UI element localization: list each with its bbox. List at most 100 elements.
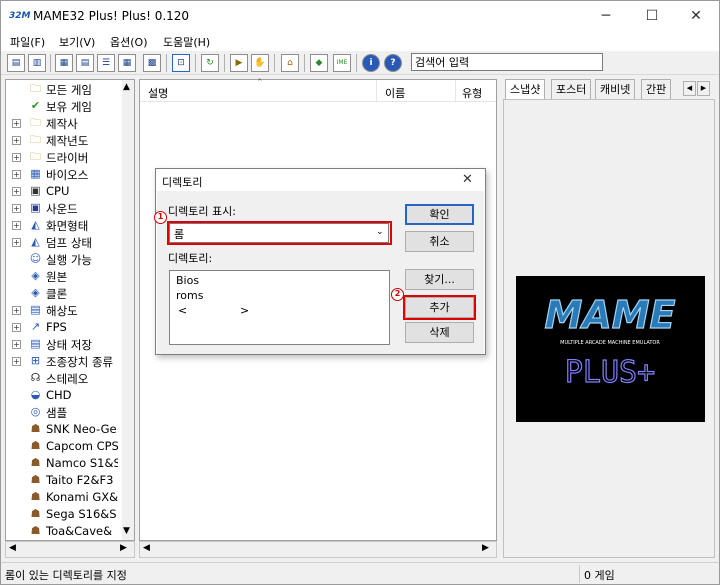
chip-icon: ▦	[30, 167, 41, 180]
browse-button[interactable]: 찾기...	[405, 269, 474, 290]
tree-item[interactable]: + ▤ 해상도	[6, 302, 118, 319]
refresh-icon[interactable]: ↻	[201, 54, 219, 72]
tree-item[interactable]: ☊ 스테레오	[6, 370, 118, 387]
tree-item[interactable]: ☗ Taito F2&F3	[6, 472, 118, 489]
tree-item[interactable]: ☗ Konami GX&	[6, 489, 118, 506]
large-icons-icon[interactable]: ▦	[55, 54, 73, 72]
directory-list[interactable]: Bios roms < >	[169, 270, 390, 345]
tree-item[interactable]: ☗ Capcom CPS	[6, 438, 118, 455]
tab-scroll-left-icon[interactable]: ◀	[683, 81, 696, 96]
maximize-button[interactable]: ☐	[629, 1, 675, 31]
tree-item[interactable]: + 🗀 제작사	[6, 115, 118, 132]
dialog-close-icon[interactable]: ✕	[462, 172, 473, 187]
list-scroll-left-icon[interactable]: <	[178, 304, 187, 317]
column-description[interactable]: 설명	[148, 85, 168, 101]
tree-horizontal-scrollbar[interactable]: ◀ ▶	[5, 541, 135, 558]
tree-item[interactable]: 🗀 모든 게임	[6, 81, 118, 98]
tree-item[interactable]: ☗ SNK Neo-Ge	[6, 421, 118, 438]
list-view-icon[interactable]: ☰	[97, 54, 115, 72]
menu-help[interactable]: 도움말(H)	[163, 34, 210, 50]
column-type[interactable]: 유형	[462, 85, 482, 101]
ok-button[interactable]: 확인	[405, 204, 474, 225]
tree-item[interactable]: + ▦ 바이오스	[6, 166, 118, 183]
tab-marquee[interactable]: 간판	[641, 79, 672, 99]
tree-item[interactable]: + ◭ 화면형태	[6, 217, 118, 234]
play-icon[interactable]: ▶	[230, 54, 248, 72]
expand-icon[interactable]: +	[12, 119, 21, 128]
hand-icon[interactable]: ✋	[251, 54, 269, 72]
scroll-left-icon[interactable]: ◀	[9, 543, 16, 553]
details-view-icon[interactable]: ▦	[118, 54, 136, 72]
menu-options[interactable]: 옵션(O)	[110, 34, 147, 50]
expand-icon[interactable]: +	[12, 136, 21, 145]
directory-item[interactable]: roms	[176, 289, 203, 302]
home-icon[interactable]: ⌂	[281, 54, 299, 72]
page-icon[interactable]: ⊡	[172, 54, 190, 72]
scroll-right-icon[interactable]: ▶	[120, 543, 127, 553]
tree-item[interactable]: + ▣ 사운드	[6, 200, 118, 217]
tree-item[interactable]: ◒ CHD	[6, 387, 118, 404]
minimize-button[interactable]: ─	[583, 1, 629, 31]
logo-tagline: MULTIPLE ARCADE MACHINE EMULATOR	[560, 340, 660, 346]
column-name[interactable]: 이름	[385, 85, 405, 101]
expand-icon[interactable]: +	[12, 357, 21, 366]
menu-file[interactable]: 파일(F)	[10, 34, 45, 50]
info-icon[interactable]: i	[362, 54, 380, 72]
cancel-button[interactable]: 취소	[405, 231, 474, 252]
expand-icon[interactable]: +	[12, 153, 21, 162]
tree-item[interactable]: ◈ 원본	[6, 268, 118, 285]
delete-button[interactable]: 삭제	[405, 322, 474, 343]
scroll-left-icon[interactable]: ◀	[143, 543, 150, 553]
tree-item[interactable]: ✔ 보유 게임	[6, 98, 118, 115]
tree-item[interactable]: ☗ Toa&Cave&	[6, 523, 118, 540]
scroll-down-icon[interactable]: ▼	[123, 526, 130, 536]
list-scroll-right-icon[interactable]: >	[240, 304, 249, 317]
tree-item[interactable]: + ⊞ 조종장치 종류	[6, 353, 118, 370]
tree-vertical-scrollbar[interactable]: ▲ ▼	[122, 80, 134, 540]
close-window-button[interactable]: ✕	[673, 1, 719, 31]
tree-item[interactable]: + ▤ 상태 저장	[6, 336, 118, 353]
tree-item-label: 사운드	[46, 202, 78, 216]
tab-cabinet[interactable]: 캐비넷	[595, 79, 636, 99]
tree-item[interactable]: ◈ 클론	[6, 285, 118, 302]
expand-icon[interactable]: +	[12, 306, 21, 315]
scroll-right-icon[interactable]: ▶	[482, 543, 489, 553]
tree-item[interactable]: + ▣ CPU	[6, 183, 118, 200]
tree-item[interactable]: + 🗀 제작년도	[6, 132, 118, 149]
expand-icon[interactable]: +	[12, 323, 21, 332]
ime-a-icon[interactable]: ◆	[310, 54, 328, 72]
help-icon[interactable]: ?	[384, 54, 402, 72]
expand-icon[interactable]: +	[12, 238, 21, 247]
tree-item[interactable]: ☗ Sega S16&S	[6, 506, 118, 523]
tree-item[interactable]: + ◭ 덤프 상태	[6, 234, 118, 251]
search-input[interactable]	[411, 53, 603, 71]
expand-icon[interactable]: +	[12, 187, 21, 196]
toggle-screenshot-icon[interactable]: ▥	[28, 54, 46, 72]
tree-item[interactable]: ☺ 실행 가능	[6, 251, 118, 268]
grouped-view-icon[interactable]: ▩	[143, 54, 161, 72]
runnable-icon: ☺	[29, 252, 42, 265]
tab-poster[interactable]: 포스터	[551, 79, 592, 99]
toggle-folders-icon[interactable]: ▤	[7, 54, 25, 72]
tree-item-label: 덤프 상태	[46, 236, 92, 250]
tree-item-label: 제작년도	[46, 134, 89, 148]
directory-item[interactable]: Bios	[176, 274, 199, 287]
expand-icon[interactable]: +	[12, 221, 21, 230]
dump-icon: ◭	[31, 235, 40, 248]
expand-icon[interactable]: +	[12, 204, 21, 213]
small-icons-icon[interactable]: ▤	[76, 54, 94, 72]
menu-view[interactable]: 보기(V)	[59, 34, 95, 50]
tree-item[interactable]: + ↗ FPS	[6, 319, 118, 336]
ime-icon[interactable]: IME	[333, 54, 351, 72]
scroll-up-icon[interactable]: ▲	[123, 82, 130, 92]
tree-item[interactable]: ◎ 샘플	[6, 404, 118, 421]
tree-item[interactable]: + 🗀 드라이버	[6, 149, 118, 166]
tree-item-label: Taito F2&F3	[46, 473, 114, 487]
tab-scroll-right-icon[interactable]: ▶	[697, 81, 710, 96]
expand-icon[interactable]: +	[12, 170, 21, 179]
tree-item-label: 상태 저장	[46, 338, 92, 352]
expand-icon[interactable]: +	[12, 340, 21, 349]
tree-item[interactable]: ☗ Namco S1&S	[6, 455, 118, 472]
tab-snapshot[interactable]: 스냅샷	[505, 79, 546, 99]
list-horizontal-scrollbar[interactable]: ◀ ▶	[139, 541, 497, 558]
